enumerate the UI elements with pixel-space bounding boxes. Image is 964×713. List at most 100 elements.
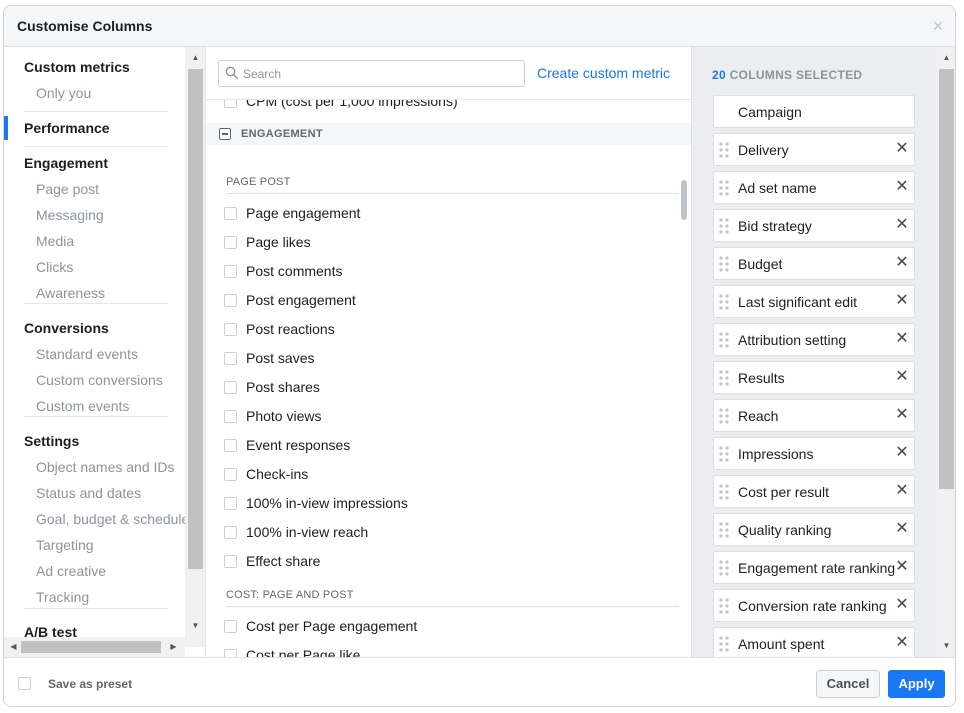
remove-column-icon[interactable]: ✕ [894, 330, 910, 348]
metric-checkbox[interactable] [224, 497, 237, 510]
left-hscroll-thumb[interactable] [21, 641, 161, 653]
scroll-down-arrow-icon[interactable]: ▼ [188, 621, 203, 630]
close-icon[interactable]: × [929, 16, 947, 36]
remove-column-icon[interactable]: ✕ [894, 216, 910, 234]
selected-column-card[interactable]: Results ✕ [713, 361, 915, 394]
selected-column-card[interactable]: Delivery ✕ [713, 133, 915, 166]
nav-item-status-and-dates[interactable]: Status and dates [36, 485, 141, 501]
nav-item-custom-conversions[interactable]: Custom conversions [36, 372, 163, 388]
remove-column-icon[interactable]: ✕ [894, 292, 910, 310]
selected-column-card[interactable]: Impressions ✕ [713, 437, 915, 470]
remove-column-icon[interactable]: ✕ [894, 558, 910, 576]
left-vertical-scrollbar[interactable]: ▲ ▼ [185, 47, 205, 647]
nav-item-only-you[interactable]: Only you [36, 85, 91, 101]
nav-item-custom-metrics[interactable]: Custom metrics [24, 59, 130, 75]
metric-checkbox[interactable] [224, 236, 237, 249]
selected-column-card[interactable]: Cost per result ✕ [713, 475, 915, 508]
nav-item-custom-events[interactable]: Custom events [36, 398, 129, 414]
selected-column-card[interactable]: Budget ✕ [713, 247, 915, 280]
nav-item-targeting[interactable]: Targeting [36, 537, 94, 553]
selected-column-card[interactable]: Last significant edit ✕ [713, 285, 915, 318]
metric-checkbox[interactable] [224, 381, 237, 394]
nav-item-performance[interactable]: Performance [24, 120, 110, 136]
remove-column-icon[interactable]: ✕ [894, 254, 910, 272]
drag-handle-icon[interactable] [719, 370, 729, 386]
metric-checkbox[interactable] [224, 555, 237, 568]
apply-button[interactable]: Apply [888, 670, 945, 698]
metric-checkbox[interactable] [224, 294, 237, 307]
drag-handle-icon[interactable] [719, 446, 729, 462]
selected-column-card[interactable]: Quality ranking ✕ [713, 513, 915, 546]
scroll-right-arrow-icon[interactable]: ▶ [166, 642, 181, 651]
remove-column-icon[interactable]: ✕ [894, 140, 910, 158]
remove-column-icon[interactable]: ✕ [894, 406, 910, 424]
drag-handle-icon[interactable] [719, 256, 729, 272]
collapse-minus-icon[interactable] [219, 128, 231, 140]
selected-column-card[interactable]: Reach ✕ [713, 399, 915, 432]
drag-handle-icon[interactable] [719, 484, 729, 500]
metric-checkbox[interactable] [224, 620, 237, 633]
remove-column-icon[interactable]: ✕ [894, 520, 910, 538]
drag-handle-icon[interactable] [719, 598, 729, 614]
search-input[interactable] [243, 65, 513, 83]
metric-checkbox[interactable] [224, 352, 237, 365]
nav-item-ad-creative[interactable]: Ad creative [36, 563, 106, 579]
nav-item-awareness[interactable]: Awareness [36, 285, 105, 301]
drag-handle-icon[interactable] [719, 218, 729, 234]
remove-column-icon[interactable]: ✕ [894, 482, 910, 500]
remove-column-icon[interactable]: ✕ [894, 596, 910, 614]
nav-item-tracking[interactable]: Tracking [36, 589, 89, 605]
metric-checkbox[interactable] [224, 439, 237, 452]
drag-handle-icon[interactable] [719, 408, 729, 424]
metric-checkbox[interactable] [224, 410, 237, 423]
remove-column-icon[interactable]: ✕ [894, 634, 910, 652]
middle-scrollbar-thumb[interactable] [681, 180, 687, 220]
nav-item-clicks[interactable]: Clicks [36, 259, 73, 275]
drag-handle-icon[interactable] [719, 522, 729, 538]
metric-checkbox[interactable] [224, 323, 237, 336]
nav-item-media[interactable]: Media [36, 233, 74, 249]
save-as-preset-checkbox[interactable] [18, 677, 31, 690]
remove-column-icon[interactable]: ✕ [894, 178, 910, 196]
drag-handle-icon[interactable] [719, 560, 729, 576]
scroll-down-arrow-icon[interactable]: ▼ [939, 641, 954, 650]
drag-handle-icon[interactable] [719, 180, 729, 196]
metric-checkbox[interactable] [224, 207, 237, 220]
selected-column-card[interactable]: Amount spent ✕ [713, 627, 915, 657]
drag-handle-icon[interactable] [719, 332, 729, 348]
nav-item-page-post[interactable]: Page post [36, 181, 99, 197]
nav-item-standard-events[interactable]: Standard events [36, 346, 138, 362]
selected-column-card[interactable]: Conversion rate ranking ✕ [713, 589, 915, 622]
nav-item-goal-budget-schedule[interactable]: Goal, budget & schedule [36, 511, 189, 527]
left-scrollbar-thumb[interactable] [188, 69, 203, 569]
metric-checkbox[interactable] [224, 265, 237, 278]
remove-column-icon[interactable]: ✕ [894, 368, 910, 386]
engagement-section-header[interactable]: ENGAGEMENT [206, 123, 691, 145]
scroll-left-arrow-icon[interactable]: ◀ [6, 642, 21, 651]
remove-column-icon[interactable]: ✕ [894, 444, 910, 462]
nav-item-messaging[interactable]: Messaging [36, 207, 104, 223]
nav-item-engagement[interactable]: Engagement [24, 155, 108, 171]
selected-column-card[interactable]: Bid strategy ✕ [713, 209, 915, 242]
selected-column-card[interactable]: Campaign [713, 95, 915, 128]
nav-item-conversions[interactable]: Conversions [24, 320, 109, 336]
cancel-button[interactable]: Cancel [816, 670, 880, 698]
scroll-up-arrow-icon[interactable]: ▲ [188, 53, 203, 62]
metric-checkbox[interactable] [224, 468, 237, 481]
drag-handle-icon[interactable] [719, 294, 729, 310]
nav-item-object-names-and-ids[interactable]: Object names and IDs [36, 459, 175, 475]
selected-column-card[interactable]: Attribution setting ✕ [713, 323, 915, 356]
selected-column-card[interactable]: Engagement rate ranking ✕ [713, 551, 915, 584]
right-scrollbar-thumb[interactable] [939, 69, 954, 489]
left-horizontal-scrollbar[interactable]: ◀ ▶ [4, 637, 185, 657]
drag-handle-icon[interactable] [719, 636, 729, 652]
metric-checkbox[interactable] [224, 649, 237, 657]
selected-column-card[interactable]: Ad set name ✕ [713, 171, 915, 204]
nav-item-settings[interactable]: Settings [24, 433, 79, 449]
scroll-up-arrow-icon[interactable]: ▲ [939, 53, 954, 62]
create-custom-metric-link[interactable]: Create custom metric [537, 65, 670, 81]
drag-handle-icon[interactable] [719, 142, 729, 158]
metric-checkbox[interactable] [224, 526, 237, 539]
right-vertical-scrollbar[interactable]: ▲ ▼ [936, 47, 955, 657]
search-field[interactable] [218, 60, 525, 87]
